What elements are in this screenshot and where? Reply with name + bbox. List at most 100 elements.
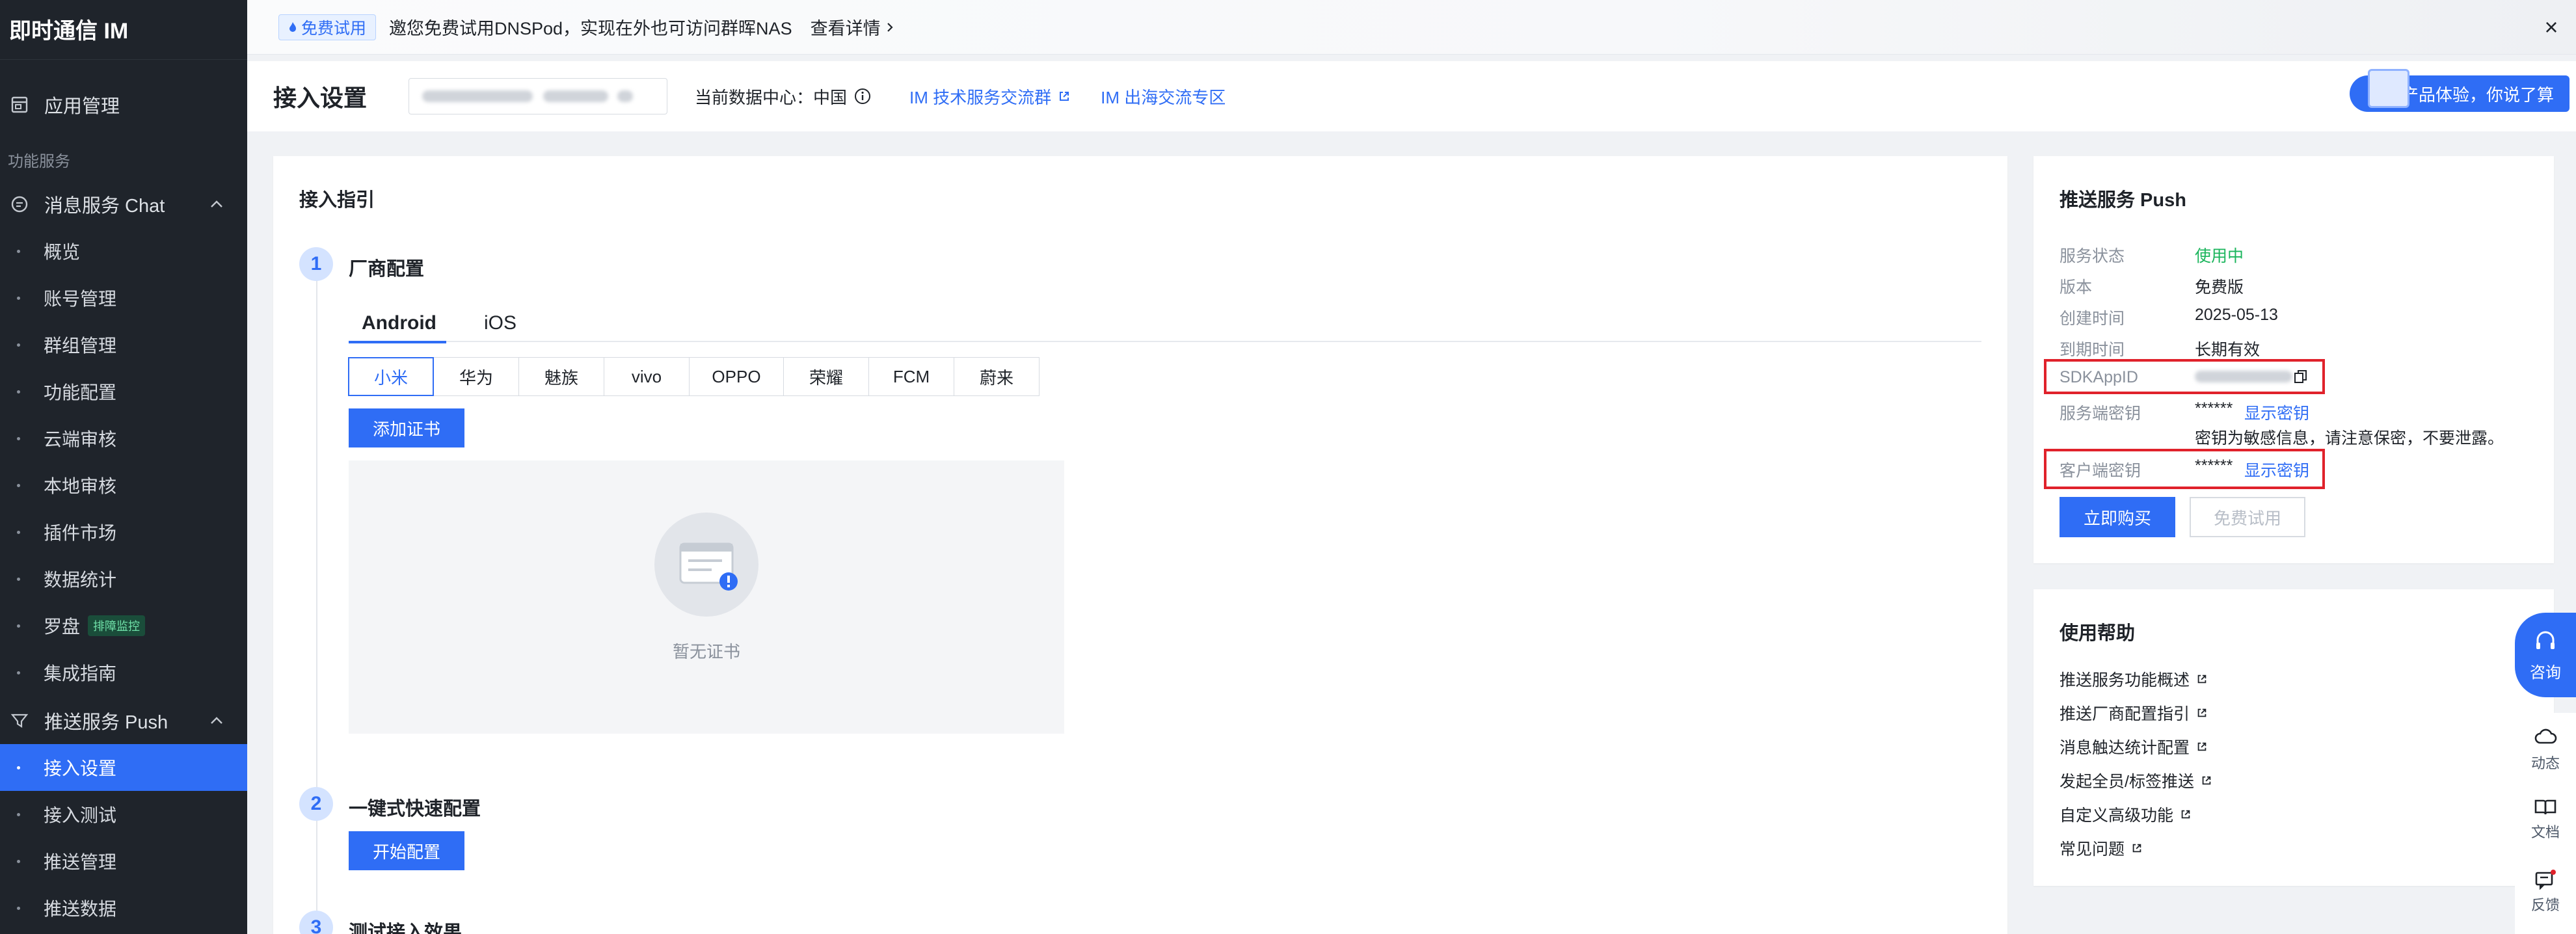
- external-link-icon: [1060, 92, 1069, 101]
- sidebar-item-label: 罗盘: [44, 617, 81, 637]
- client-key-label: 客户端密钥: [2059, 462, 2141, 480]
- banner-link-label: 查看详情: [810, 19, 881, 38]
- sidebar-item-local-review[interactable]: 本地审核: [0, 462, 247, 509]
- vendor-meizu[interactable]: 魅族: [518, 357, 604, 396]
- rail-docs[interactable]: 文档: [2531, 797, 2560, 856]
- vendor-xiaomi[interactable]: 小米: [348, 357, 434, 396]
- vendor-huawei[interactable]: 华为: [433, 357, 519, 396]
- chevron-up-icon: [209, 200, 224, 209]
- platform-tabs: Android iOS: [349, 306, 1981, 343]
- sidebar-item-app-manage[interactable]: 应用管理: [0, 81, 247, 128]
- sidebar-item-features[interactable]: 功能配置: [0, 368, 247, 415]
- badge-label: 免费试用: [301, 19, 367, 38]
- data-center-label: 当前数据中心：中国: [695, 85, 872, 109]
- external-link-icon: [2132, 844, 2141, 853]
- sidebar-item-label: 数据统计: [44, 570, 117, 590]
- help-link-label: 发起全员/标签推送: [2059, 773, 2194, 791]
- sidebar-item-accounts[interactable]: 账号管理: [0, 274, 247, 321]
- sdkappid-label: SDKAppID: [2059, 368, 2138, 386]
- vendor-honor[interactable]: 荣耀: [783, 357, 869, 396]
- tab-android[interactable]: Android: [362, 312, 436, 334]
- sidebar-item-access-settings[interactable]: 接入设置: [0, 744, 247, 791]
- sidebar-section-push[interactable]: 推送服务 Push: [0, 697, 247, 744]
- sidebar-item-groups[interactable]: 群组管理: [0, 321, 247, 368]
- tech-group-link-label: IM 技术服务交流群: [909, 87, 1052, 107]
- client-key-mask: ******: [2195, 457, 2233, 475]
- bullet-icon: [17, 436, 20, 440]
- info-icon[interactable]: [853, 87, 872, 105]
- sidebar-item-push-data[interactable]: 推送数据: [0, 885, 247, 931]
- help-link[interactable]: 常见问题: [2059, 836, 2143, 860]
- sidebar-item-label: 推送数据: [44, 899, 117, 919]
- vendor-oppo[interactable]: OPPO: [689, 357, 784, 396]
- app-title: 即时通信 IM: [0, 0, 247, 60]
- sidebar-item-overview[interactable]: 概览: [0, 228, 247, 274]
- external-link-icon: [2181, 810, 2190, 819]
- bullet-icon: [17, 530, 20, 534]
- vendor-fcm[interactable]: FCM: [868, 357, 954, 396]
- status-value: 使用中: [2195, 247, 2244, 265]
- start-config-button[interactable]: 开始配置: [349, 831, 464, 870]
- rail-docs-label: 文档: [2530, 824, 2560, 840]
- floating-rail: 动态 文档 反馈: [2515, 713, 2576, 934]
- show-server-key-link[interactable]: 显示密钥: [2244, 401, 2309, 424]
- help-link-label: 推送厂商配置指引: [2059, 705, 2190, 723]
- app-selector[interactable]: [409, 78, 668, 114]
- sidebar-item-compass[interactable]: 罗盘 排障监控: [0, 602, 247, 649]
- sidebar-item-plugin-market[interactable]: 插件市场: [0, 509, 247, 555]
- help-link[interactable]: 发起全员/标签推送: [2059, 769, 2212, 792]
- feedback-promo-button[interactable]: 产品体验，你说了算: [2350, 69, 2569, 112]
- sidebar-item-cloud-review[interactable]: 云端审核: [0, 415, 247, 462]
- close-icon[interactable]: ×: [2538, 14, 2564, 40]
- sidebar-section-label: 推送服务 Push: [44, 712, 168, 733]
- expire-label: 到期时间: [2059, 341, 2125, 359]
- flame-icon: [289, 21, 296, 32]
- chevron-right-icon: [887, 22, 893, 32]
- page-header: 接入设置 当前数据中心：中国 IM 技术服务交流群 IM 出海交流专区 产品体验…: [247, 61, 2576, 131]
- troubleshoot-tag: 排障监控: [88, 615, 146, 636]
- sidebar-item-label: 云端审核: [44, 429, 117, 449]
- sidebar-item-integration[interactable]: 集成指南: [0, 649, 247, 696]
- created-label: 创建时间: [2059, 310, 2125, 328]
- help-link[interactable]: 推送厂商配置指引: [2059, 701, 2208, 725]
- data-center-text: 当前数据中心：中国: [695, 87, 848, 107]
- help-link[interactable]: 自定义高级功能: [2059, 803, 2192, 826]
- buy-now-button[interactable]: 立即购买: [2059, 497, 2175, 537]
- feedback-icon: [2535, 870, 2556, 890]
- redacted-sdkappid: [2195, 371, 2292, 382]
- overseas-link[interactable]: IM 出海交流专区: [1101, 85, 1226, 109]
- tech-group-link[interactable]: IM 技术服务交流群: [909, 85, 1071, 109]
- sidebar-item-label: 接入设置: [44, 758, 117, 779]
- vendor-nio[interactable]: 蔚来: [954, 357, 1040, 396]
- overseas-link-label: IM 出海交流专区: [1101, 87, 1226, 107]
- rail-news[interactable]: 动态: [2531, 726, 2560, 784]
- expire-value: 长期有效: [2195, 341, 2261, 359]
- bullet-icon: [17, 343, 20, 347]
- add-certificate-button[interactable]: 添加证书: [349, 408, 464, 447]
- help-link[interactable]: 消息触达统计配置: [2059, 735, 2208, 758]
- rail-feedback[interactable]: 反馈: [2531, 869, 2560, 927]
- help-link-label: 消息触达统计配置: [2059, 739, 2190, 757]
- consult-button[interactable]: 咨询: [2515, 613, 2576, 697]
- empty-document-icon: [654, 513, 758, 617]
- sidebar-item-statistics[interactable]: 数据统计: [0, 555, 247, 602]
- help-link[interactable]: 推送服务功能概述: [2059, 667, 2208, 691]
- sidebar-item-access-test[interactable]: 接入测试: [0, 791, 247, 838]
- active-tab-indicator: [349, 341, 446, 343]
- tab-ios[interactable]: iOS: [484, 312, 517, 334]
- free-trial-button[interactable]: 免费试用: [2190, 497, 2305, 537]
- help-link-label: 常见问题: [2059, 840, 2125, 859]
- banner-details-link[interactable]: 查看详情: [811, 14, 894, 40]
- copy-icon[interactable]: [2294, 369, 2308, 385]
- bullet-icon: [17, 624, 20, 628]
- show-client-key-link[interactable]: 显示密钥: [2244, 458, 2309, 481]
- bullet-icon: [17, 859, 20, 863]
- version-label: 版本: [2059, 278, 2093, 297]
- chevron-down-icon: [617, 90, 634, 102]
- server-key-label: 服务端密钥: [2059, 405, 2141, 423]
- step-2-title: 一键式快速配置: [349, 799, 481, 820]
- sidebar-item-push-manage[interactable]: 推送管理: [0, 838, 247, 885]
- sidebar-section-chat[interactable]: 消息服务 Chat: [0, 181, 247, 228]
- external-link-icon: [2197, 674, 2207, 684]
- vendor-vivo[interactable]: vivo: [604, 357, 690, 396]
